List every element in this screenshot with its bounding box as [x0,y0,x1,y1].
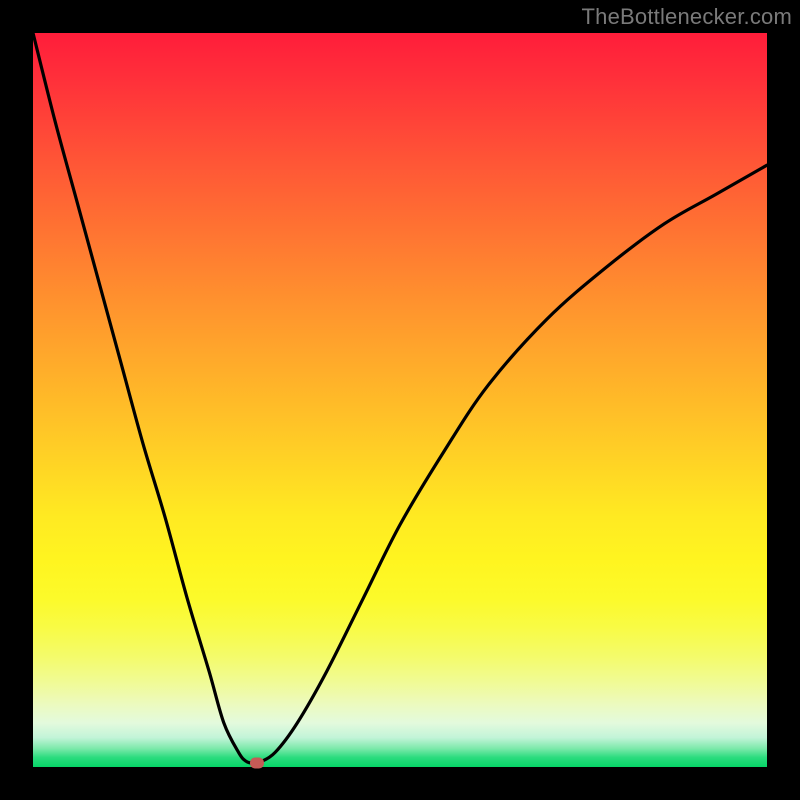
optimum-marker [250,758,264,769]
chart-frame: TheBottlenecker.com [0,0,800,800]
plot-area [33,33,767,767]
watermark-text: TheBottlenecker.com [582,4,792,30]
bottleneck-curve [33,33,767,767]
